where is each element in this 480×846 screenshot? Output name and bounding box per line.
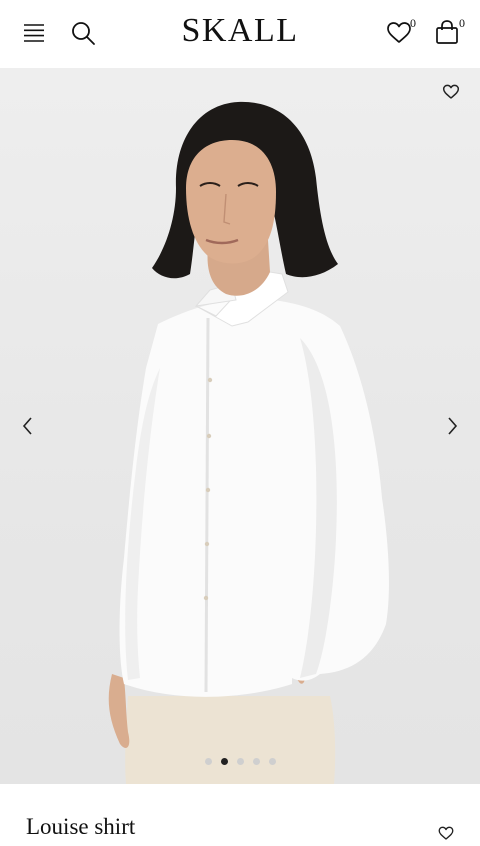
chevron-left-icon (22, 417, 32, 435)
site-header: SKALL 0 0 (0, 0, 480, 68)
heart-icon (387, 22, 411, 43)
shopping-bag-icon (436, 20, 458, 44)
next-image-button[interactable] (442, 414, 462, 438)
heart-icon (438, 826, 454, 840)
heart-icon (442, 84, 460, 99)
pagination-dot[interactable] (268, 758, 276, 765)
chevron-right-icon (448, 417, 458, 435)
product-image (0, 68, 480, 784)
bag-count: 0 (459, 16, 465, 30)
pagination-dot[interactable] (236, 758, 244, 765)
product-photo-illustration (108, 101, 389, 784)
product-wishlist-button[interactable] (438, 826, 454, 842)
bag-button[interactable] (432, 16, 462, 48)
previous-image-button[interactable] (18, 414, 38, 438)
product-info: Louise shirt (0, 784, 480, 843)
gallery-pagination (0, 758, 480, 765)
pagination-dot-active[interactable] (220, 758, 228, 765)
pagination-dot[interactable] (204, 758, 212, 765)
product-name: Louise shirt (26, 814, 136, 839)
wishlist-count: 0 (410, 16, 416, 30)
gallery-wishlist-button[interactable] (442, 84, 462, 104)
product-gallery[interactable] (0, 68, 480, 784)
pagination-dot[interactable] (252, 758, 260, 765)
